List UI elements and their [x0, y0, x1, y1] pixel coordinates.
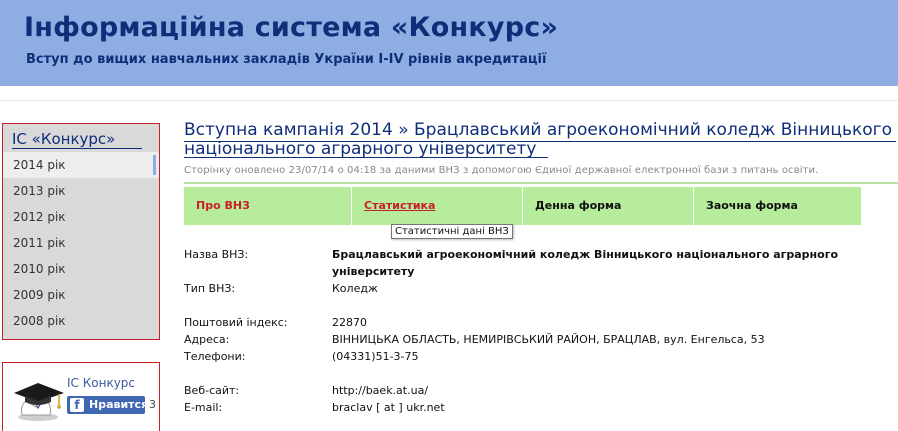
site-header: Інформаційна система «Конкурс» Вступ до …: [0, 0, 898, 86]
postcode-value: 22870: [332, 316, 367, 329]
page-title: Вступна кампанія 2014 » Брацлавський агр…: [184, 120, 892, 159]
tabs-top-border: [184, 182, 898, 184]
statistics-tooltip: Статистичні дані ВНЗ: [391, 224, 513, 239]
address-value: ВІННИЦЬКА ОБЛАСТЬ, НЕМИРІВСЬКИЙ РАЙОН, Б…: [332, 333, 765, 346]
sidebar-item-2010[interactable]: 2010 рік: [3, 256, 159, 282]
tab-part-time-label: Заочна форма: [706, 199, 798, 212]
name-label: Назва ВНЗ:: [184, 248, 249, 261]
tab-about-label: Про ВНЗ: [196, 199, 250, 212]
header-divider: [0, 86, 898, 101]
tab-statistics-label: Статистика: [364, 199, 436, 212]
website-link[interactable]: http://baek.at.ua/: [332, 382, 428, 399]
facebook-like-button[interactable]: f Нравится: [67, 396, 149, 414]
facebook-like-box: ІС Конкурс f Нравится 3: [2, 362, 160, 431]
graduation-cap-icon[interactable]: [12, 377, 66, 423]
address-label: Адреса:: [184, 333, 230, 346]
tab-statistics[interactable]: Статистика: [352, 187, 522, 225]
sidebar-item-2013[interactable]: 2013 рік: [3, 178, 159, 204]
website-label: Веб-сайт:: [184, 384, 240, 397]
update-notice: Сторінку оновлено 23/07/14 о 04:18 за да…: [184, 165, 819, 176]
site-subtitle: Вступ до вищих навчальних закладів Украї…: [26, 52, 547, 67]
sidebar-years-box: ІС «Конкурс» 2014 рік 2013 рік 2012 рік …: [2, 123, 160, 340]
tab-full-time-label: Денна форма: [535, 199, 622, 212]
email-label: E-mail:: [184, 401, 223, 414]
page-title-underline: [184, 141, 896, 142]
like-count: 3: [149, 398, 156, 411]
page-name-link[interactable]: ІС Конкурс: [67, 376, 135, 390]
sidebar-item-2008[interactable]: 2008 рік: [3, 308, 159, 334]
phone-label: Телефони:: [184, 350, 246, 363]
sidebar-title-underline: [12, 148, 142, 149]
like-button-label: Нравится: [89, 398, 149, 411]
type-label: Тип ВНЗ:: [184, 282, 236, 295]
sidebar-item-2014[interactable]: 2014 рік: [3, 152, 159, 178]
tab-part-time[interactable]: Заочна форма: [694, 187, 861, 225]
year-list: 2014 рік 2013 рік 2012 рік 2011 рік 2010…: [3, 152, 159, 334]
postcode-label: Поштовий індекс:: [184, 316, 288, 329]
page-title-underline-2: [184, 157, 548, 158]
phone-value: (04331)51-3-75: [332, 350, 419, 363]
name-value: Брацлавський агроекономічний коледж Вінн…: [332, 248, 839, 278]
sidebar-item-2009[interactable]: 2009 рік: [3, 282, 159, 308]
facebook-icon: f: [70, 398, 84, 412]
sidebar-item-2011[interactable]: 2011 рік: [3, 230, 159, 256]
sidebar-item-2012[interactable]: 2012 рік: [3, 204, 159, 230]
site-title[interactable]: Інформаційна система «Конкурс»: [24, 12, 558, 43]
type-value: Коледж: [332, 282, 378, 295]
tab-full-time[interactable]: Денна форма: [523, 187, 693, 225]
tab-about[interactable]: Про ВНЗ: [184, 187, 351, 225]
email-value: braclav [ at ] ukr.net: [332, 401, 445, 414]
sidebar-title[interactable]: ІС «Конкурс»: [12, 130, 115, 148]
